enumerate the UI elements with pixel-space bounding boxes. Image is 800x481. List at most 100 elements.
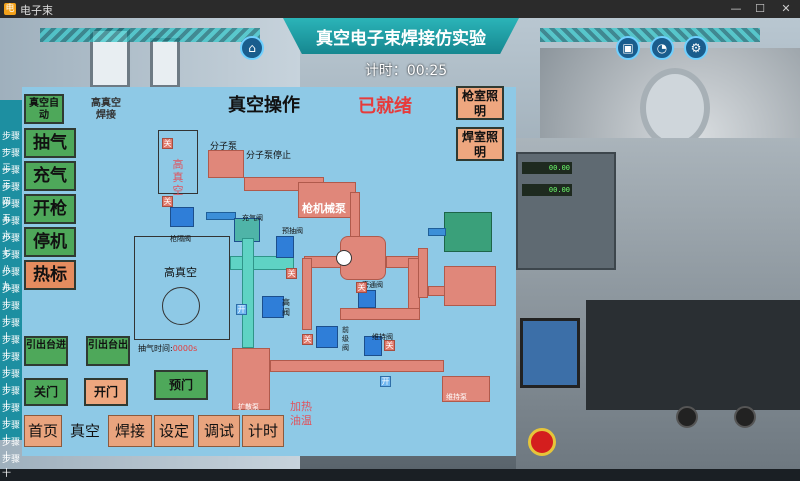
high-valve[interactable] <box>262 296 284 318</box>
molecular-pump <box>208 150 244 178</box>
step-item[interactable]: 步骤十 <box>2 419 24 445</box>
gun-column-label: 高真空 <box>172 158 184 197</box>
close-door-button[interactable]: 关门 <box>24 378 68 406</box>
step-item[interactable]: 步骤十 <box>2 385 24 411</box>
step-item[interactable]: 步骤十 <box>2 283 24 309</box>
pipe <box>270 360 444 372</box>
header-title-plate: 真空电子束焊接仿实验 <box>283 18 519 54</box>
stage-out-button[interactable]: 引出台出 <box>86 336 130 366</box>
diffusion-pump <box>232 348 270 410</box>
step-item[interactable]: 步骤十 <box>2 402 24 428</box>
gun-isolation-valve[interactable] <box>170 207 194 227</box>
weld-chamber-label: 高真空 <box>164 266 197 279</box>
high-vac-weld-button[interactable]: 高真空焊接 <box>86 94 126 124</box>
chamber-porthole <box>640 68 710 148</box>
nav-timer[interactable]: 计时 <box>242 415 284 447</box>
step-item[interactable]: 步骤十 <box>2 453 24 479</box>
step-item[interactable]: 步骤三 <box>2 164 24 190</box>
molecular-pump-label: 分子泵 <box>210 142 238 152</box>
app-title: 真空电子束焊接仿实验 <box>316 29 486 49</box>
backing-pump-unit <box>444 266 496 306</box>
step-item[interactable]: 步骤十 <box>2 436 24 462</box>
step-item[interactable]: 步骤五 <box>2 198 24 224</box>
pie-chart-icon[interactable]: ◔ <box>650 36 674 60</box>
fill-valve-label: 充气阀 <box>242 214 263 222</box>
header-stripe <box>40 28 260 42</box>
step-item[interactable]: 步骤四 <box>2 181 24 207</box>
app-icon: 电 <box>4 3 16 15</box>
pre-pump-valve-label: 预抽阀 <box>282 227 303 235</box>
console-knob[interactable] <box>734 406 756 428</box>
vacuum-auto-button[interactable]: 真空自动 <box>24 94 64 124</box>
pipe <box>242 238 254 348</box>
pipe <box>206 212 236 220</box>
step-item[interactable]: 步骤十 <box>2 368 24 394</box>
molecular-pump-stop-label: 分子泵停止 <box>246 151 292 161</box>
pre-pump-valve[interactable] <box>276 236 294 258</box>
minimize-button[interactable]: — <box>724 1 748 17</box>
cube-icon[interactable]: ▣ <box>616 36 640 60</box>
maintain-valve-status: 关 <box>384 340 395 351</box>
maintain-pump-status: 开 <box>380 376 391 387</box>
status-text: 已就绪 <box>358 96 412 117</box>
nav-home[interactable]: 首页 <box>24 415 62 447</box>
header-stripe <box>540 28 760 42</box>
step-item[interactable]: 步骤七 <box>2 232 24 258</box>
front-stage-valve-status: 关 <box>302 334 313 345</box>
front-stage-valve-label: 前级阀 <box>342 326 349 352</box>
step-item[interactable]: 步骤九 <box>2 266 24 292</box>
close-button[interactable]: ✕ <box>774 1 798 17</box>
gun-chamber-light-button[interactable]: 枪室照明 <box>456 86 504 120</box>
stage-in-button[interactable]: 引出台进 <box>24 336 68 366</box>
nav-vacuum[interactable]: 真空 <box>64 415 106 447</box>
diffusion-pump-label: 扩散泵 <box>238 403 259 411</box>
gun-valve-label: 枪隔阀 <box>170 235 191 243</box>
emergency-stop-button[interactable] <box>528 428 556 456</box>
meter-readout: 00.00 <box>522 162 572 174</box>
maintain-pump-label: 维持泵 <box>446 393 467 401</box>
front-stage-valve[interactable] <box>316 326 338 348</box>
weld-chamber-light-button[interactable]: 焊室照明 <box>456 127 504 161</box>
vent-button[interactable]: 充气 <box>24 161 76 191</box>
step-item[interactable]: 步骤八 <box>2 249 24 275</box>
heat-mark-button[interactable]: 热标 <box>24 260 76 290</box>
home-icon[interactable]: ⌂ <box>240 36 264 60</box>
panel-title: 真空操作 <box>228 95 300 116</box>
pipe <box>350 192 360 242</box>
step-item[interactable]: 步骤十 <box>2 317 24 343</box>
nav-weld[interactable]: 焊接 <box>108 415 152 447</box>
nav-settings[interactable]: 设定 <box>154 415 194 447</box>
chamber-port <box>162 287 200 325</box>
window-titlebar: 电 电子束 — ☐ ✕ <box>0 0 800 18</box>
turbo-pump-unit <box>444 212 492 252</box>
pump-out-button[interactable]: 抽气 <box>24 128 76 158</box>
gun-valve-status: 关 <box>162 196 173 207</box>
step-item[interactable]: 步骤二 <box>2 147 24 173</box>
timer: 计时：00:25 <box>364 63 448 79</box>
gun-on-button[interactable]: 开枪 <box>24 194 76 224</box>
pipe <box>302 258 312 330</box>
gear-icon[interactable]: ⚙ <box>684 36 708 60</box>
preset-door-button[interactable]: 预门 <box>154 370 208 400</box>
pipe <box>428 228 446 236</box>
step-item[interactable]: 步骤十 <box>2 351 24 377</box>
step-item[interactable]: 步骤十 <box>2 300 24 326</box>
gun-column-status: 关 <box>162 138 173 149</box>
pipe <box>230 256 294 270</box>
fan-icon <box>336 250 352 266</box>
stop-button[interactable]: 停机 <box>24 227 76 257</box>
pipe <box>418 248 428 298</box>
open-door-button[interactable]: 开门 <box>84 378 128 406</box>
step-item[interactable]: 步骤六 <box>2 215 24 241</box>
maximize-button[interactable]: ☐ <box>748 1 772 17</box>
console-knob[interactable] <box>676 406 698 428</box>
pipe <box>340 308 420 320</box>
bypass-valve-status: 关 <box>356 282 367 293</box>
pump-time-label: 抽气时间:0000s <box>138 344 198 353</box>
console-screen <box>520 318 580 388</box>
meter-readout: 00.00 <box>522 184 572 196</box>
nav-debug[interactable]: 调试 <box>198 415 240 447</box>
high-valve-label: 高阀 <box>282 298 290 317</box>
step-item[interactable]: 步骤十 <box>2 334 24 360</box>
step-item[interactable]: 步骤一 <box>2 130 24 156</box>
